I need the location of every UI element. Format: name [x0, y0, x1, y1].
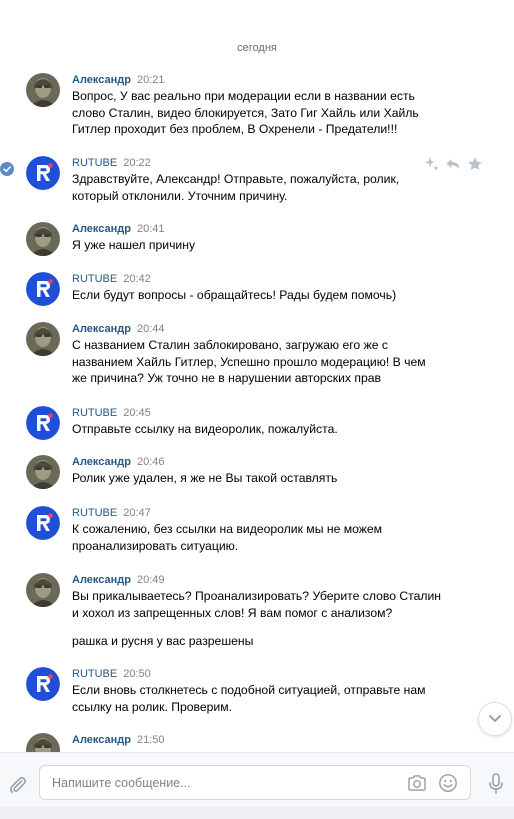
reply-icon[interactable] [445, 156, 461, 177]
message-paragraph: Если вновь столкнетесь с подобной ситуац… [72, 683, 426, 714]
message-paragraph: Вы прикалываетесь? Проанализировать? Убе… [72, 589, 442, 620]
message-meta: RUTUBE 20:22 [72, 156, 151, 170]
message-input[interactable] [52, 774, 392, 792]
message-meta: Александр 21:50 [72, 733, 165, 747]
avatar-alexander[interactable] [26, 573, 60, 607]
message-text: Если вновь столкнетесь с подобной ситуац… [72, 682, 442, 715]
message-time: 20:44 [136, 323, 165, 335]
message-text: Я уже нашел причину [72, 237, 442, 254]
avatar-rutube[interactable] [26, 156, 60, 190]
avatar-alexander[interactable] [26, 733, 60, 752]
message-history[interactable]: сегодня Александр 20:21 Вопрос, У вас реа… [0, 0, 514, 752]
message-time: 20:41 [136, 223, 165, 235]
date-separator: сегодня [237, 42, 277, 54]
message-actions [424, 156, 484, 172]
message-paragraph: Вопрос, У вас реально при модерации если… [72, 89, 419, 137]
message-meta: RUTUBE 20:42 [72, 272, 151, 286]
message-time: 20:49 [136, 574, 165, 586]
message-text: Вы прикалываетесь? Проанализировать? Убе… [72, 588, 442, 650]
avatar-rutube[interactable] [26, 506, 60, 540]
message-text: Вопрос, У вас реально при модерации если… [72, 88, 442, 138]
message-text: Если будут вопросы - обращайтесь! Рады б… [72, 287, 442, 304]
avatar-alexander[interactable] [26, 222, 60, 256]
message-paragraph: Если будут вопросы - обращайтесь! Рады б… [72, 288, 397, 302]
message-paragraph: К сожалению, без ссылки на видеоролик мы… [72, 522, 383, 553]
message-meta: Александр 20:46 [72, 455, 165, 469]
author-name[interactable]: RUTUBE [72, 507, 117, 519]
message-time: 20:50 [123, 668, 151, 680]
author-name[interactable]: RUTUBE [72, 407, 117, 419]
message-text: Ролик уже удален, я же не Вы такой остав… [72, 470, 442, 487]
author-name[interactable]: Александр [72, 323, 131, 335]
scroll-down-button[interactable] [478, 702, 512, 736]
author-name[interactable]: RUTUBE [72, 157, 117, 169]
message-meta: Александр 20:41 [72, 222, 165, 236]
message-time: 20:45 [123, 407, 151, 419]
message-paragraph: С названием Сталин заблокировано, загруж… [72, 338, 426, 386]
message-meta: RUTUBE 20:45 [72, 406, 151, 420]
microphone-icon[interactable] [487, 772, 505, 796]
author-name[interactable]: RUTUBE [72, 273, 117, 285]
message-paragraph: Ролик уже удален, я же не Вы такой остав… [72, 471, 338, 485]
avatar-rutube[interactable] [26, 272, 60, 306]
emoji-icon[interactable] [438, 773, 458, 793]
avatar-alexander[interactable] [26, 322, 60, 356]
chat-window: сегодня Александр 20:21 Вопрос, У вас реа… [0, 0, 514, 819]
message-input-box[interactable] [39, 765, 471, 800]
message-meta: RUTUBE 20:47 [72, 506, 151, 520]
bottom-bar [0, 807, 514, 819]
message-time: 20:42 [123, 273, 151, 285]
author-name[interactable]: Александр [72, 74, 131, 86]
message-meta: Александр 20:44 [72, 322, 165, 336]
message-text: С названием Сталин заблокировано, загруж… [72, 337, 442, 387]
message-time: 20:22 [123, 157, 151, 169]
camera-icon[interactable] [407, 774, 427, 792]
message-time: 20:21 [136, 74, 165, 86]
avatar-alexander[interactable] [26, 73, 60, 107]
avatar-alexander[interactable] [26, 455, 60, 489]
author-name[interactable]: Александр [72, 734, 131, 746]
avatar-rutube[interactable] [26, 406, 60, 440]
message-time: 20:46 [136, 456, 165, 468]
message-time: 21:50 [136, 734, 165, 746]
message-paragraph: Я уже нашел причину [72, 238, 196, 252]
checkmark-icon [0, 162, 14, 176]
author-name[interactable]: RUTUBE [72, 668, 117, 680]
message-text: Отправьте ссылку на видеоролик, пожалуйс… [72, 421, 442, 438]
chevron-down-icon [489, 715, 501, 722]
star-icon[interactable] [467, 156, 483, 177]
avatar-rutube[interactable] [26, 667, 60, 701]
author-name[interactable]: Александр [72, 574, 131, 586]
author-name[interactable]: Александр [72, 456, 131, 468]
author-name[interactable]: Александр [72, 223, 131, 235]
message-meta: Александр 20:21 [72, 73, 165, 87]
message-time: 20:47 [123, 507, 151, 519]
message-paragraph: Здравствуйте, Александр! Отправьте, пожа… [72, 172, 400, 203]
message-paragraph: рашка и русня у вас разрешены [72, 634, 254, 649]
message-meta: Александр 20:49 [72, 573, 165, 587]
message-text: К сожалению, без ссылки на видеоролик мы… [72, 521, 442, 554]
paperclip-icon[interactable] [6, 773, 28, 795]
message-text: Здравствуйте, Александр! Отправьте, пожа… [72, 171, 442, 204]
message-meta: RUTUBE 20:50 [72, 667, 151, 681]
message-paragraph: Отправьте ссылку на видеоролик, пожалуйс… [72, 422, 338, 436]
